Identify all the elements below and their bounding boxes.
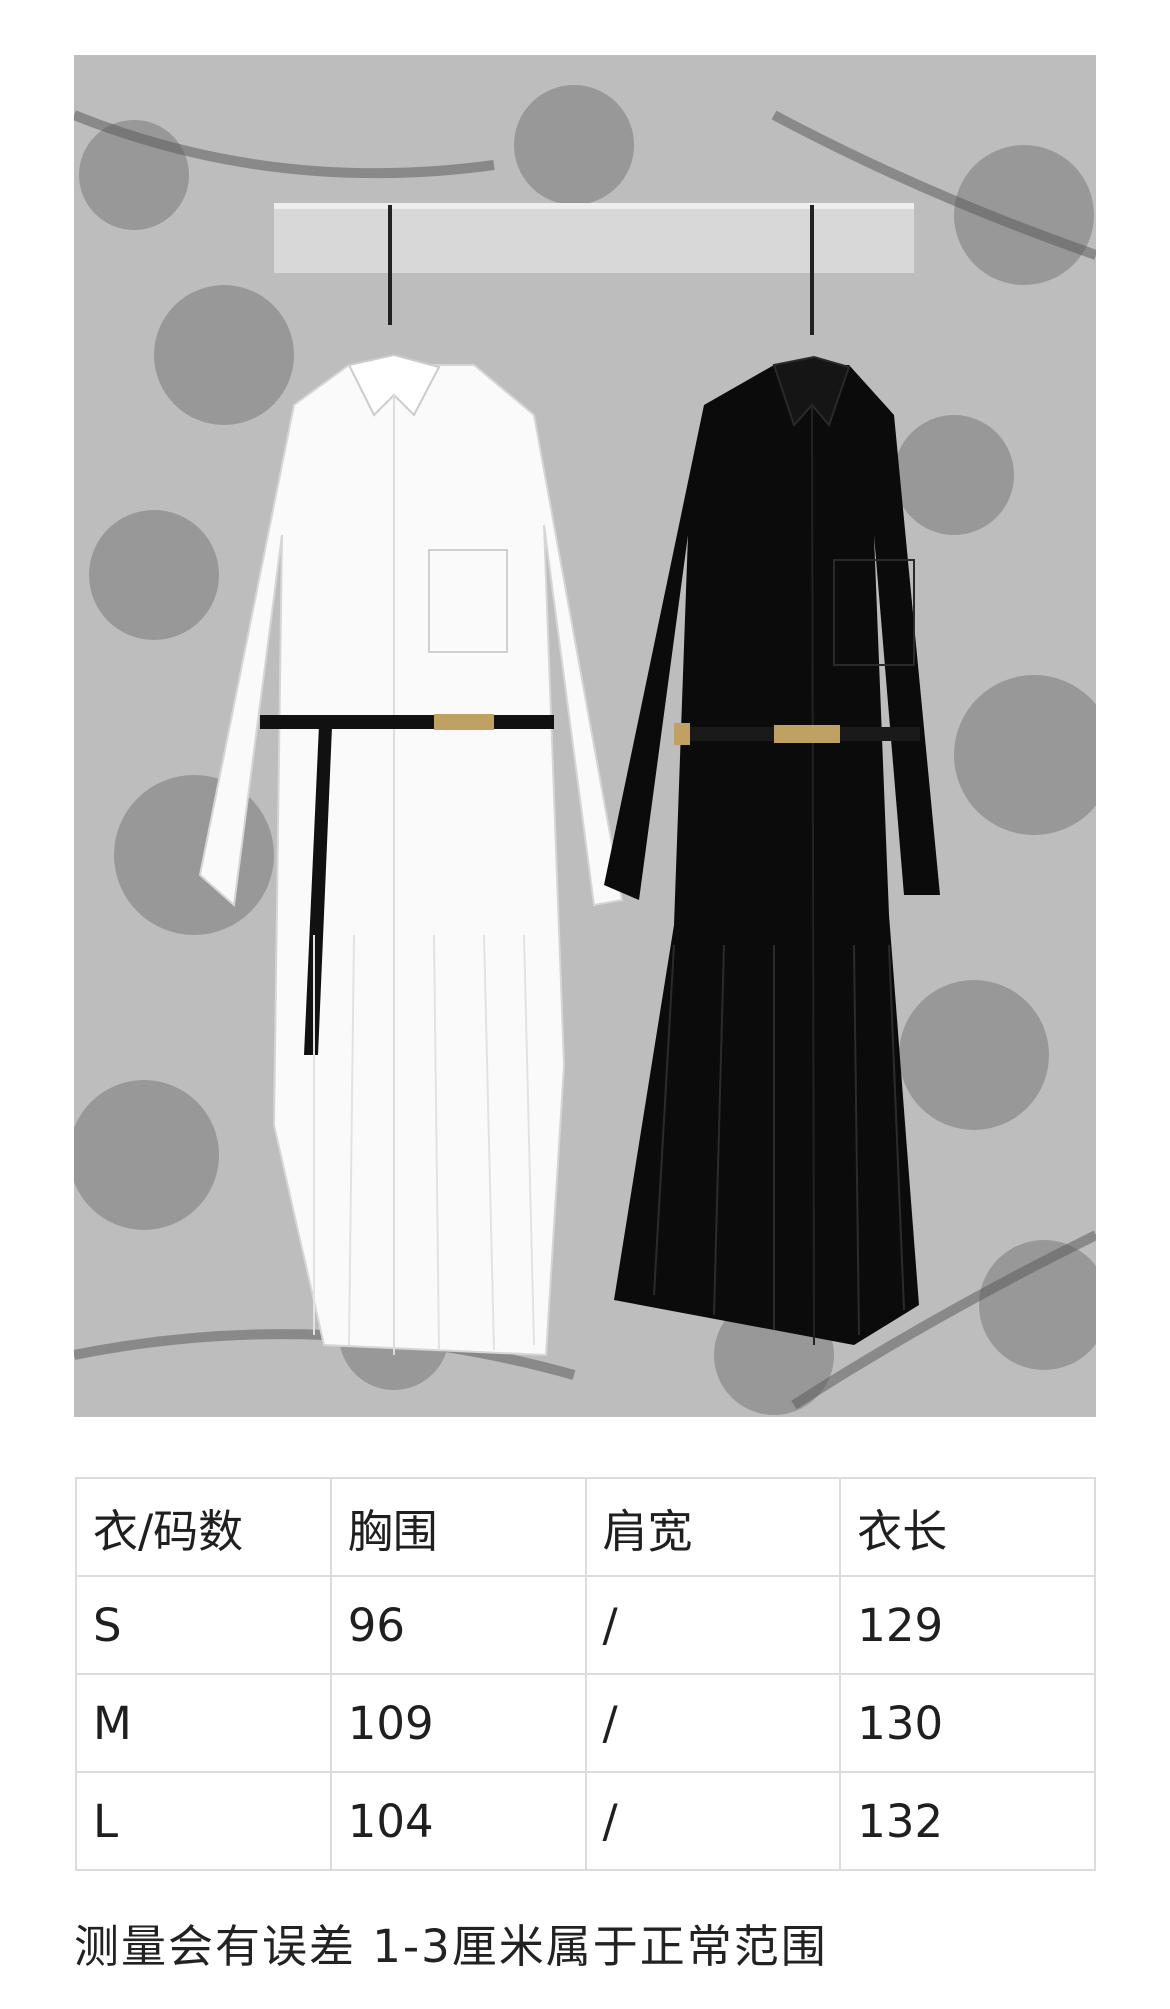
cell-size: L (75, 1771, 332, 1871)
header-size: 衣/码数 (75, 1477, 332, 1577)
product-photo (74, 55, 1096, 1417)
dresses-illustration (74, 55, 1096, 1417)
header-bust: 胸围 (329, 1477, 587, 1577)
size-chart-table: 衣/码数 胸围 肩宽 衣长 S 96 / 129 M 109 / 130 L 1… (75, 1477, 1096, 1871)
measurement-note: 测量会有误差 1-3厘米属于正常范围 (74, 1920, 828, 1973)
table-row: L 104 / 132 (75, 1771, 1096, 1871)
cell-bust: 109 (329, 1673, 587, 1773)
cell-length: 132 (839, 1771, 1096, 1871)
cell-size: S (75, 1575, 332, 1675)
header-shoulder: 肩宽 (584, 1477, 842, 1577)
cell-shoulder: / (584, 1673, 842, 1773)
table-row: S 96 / 129 (75, 1575, 1096, 1675)
table-row: M 109 / 130 (75, 1673, 1096, 1773)
header-length: 衣长 (839, 1477, 1096, 1577)
cell-length: 130 (839, 1673, 1096, 1773)
table-header-row: 衣/码数 胸围 肩宽 衣长 (75, 1477, 1096, 1577)
cell-size: M (75, 1673, 332, 1773)
cell-bust: 104 (329, 1771, 587, 1871)
cell-shoulder: / (584, 1771, 842, 1871)
cell-shoulder: / (584, 1575, 842, 1675)
cell-bust: 96 (329, 1575, 587, 1675)
cell-length: 129 (839, 1575, 1096, 1675)
